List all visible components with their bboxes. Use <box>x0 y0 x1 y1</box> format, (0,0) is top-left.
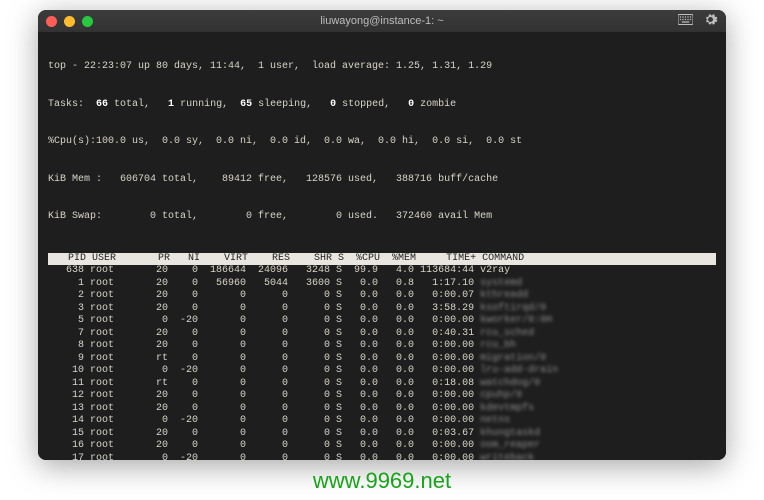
process-command: writeback <box>480 453 534 461</box>
minimize-button[interactable] <box>64 16 75 27</box>
process-command: systemd <box>480 278 522 289</box>
terminal-window: liuwayong@instance-1: ~ top - 22:23:07 u… <box>38 10 726 460</box>
process-row: 7 root 20 0 0 0 0 S 0.0 0.0 0:40.31 rcu_… <box>48 328 716 341</box>
process-command: ksoftirqd/0 <box>480 303 546 314</box>
summary-line-cpu: %Cpu(s):100.0 us, 0.0 sy, 0.0 ni, 0.0 id… <box>48 136 716 149</box>
watermark-text: www.9969.net <box>0 468 764 494</box>
window-title: liuwayong@instance-1: ~ <box>38 15 726 27</box>
keyboard-icon[interactable] <box>678 12 693 31</box>
process-command: kdevtmpfs <box>480 403 534 414</box>
process-row: 5 root 0 -20 0 0 0 S 0.0 0.0 0:00.00 kwo… <box>48 315 716 328</box>
process-row: 14 root 0 -20 0 0 0 S 0.0 0.0 0:00.00 ne… <box>48 415 716 428</box>
process-list: 638 root 20 0 186644 24096 3248 S 99.9 4… <box>48 265 716 460</box>
process-command: rcu_bh <box>480 340 516 351</box>
terminal-body[interactable]: top - 22:23:07 up 80 days, 11:44, 1 user… <box>38 32 726 460</box>
process-command: lru-add-drain <box>480 365 558 376</box>
process-row: 638 root 20 0 186644 24096 3248 S 99.9 4… <box>48 265 716 278</box>
zoom-button[interactable] <box>82 16 93 27</box>
process-row: 10 root 0 -20 0 0 0 S 0.0 0.0 0:00.00 lr… <box>48 365 716 378</box>
process-command: v2ray <box>480 265 510 276</box>
process-row: 15 root 20 0 0 0 0 S 0.0 0.0 0:03.67 khu… <box>48 428 716 441</box>
process-command: oom_reaper <box>480 440 540 451</box>
process-row: 13 root 20 0 0 0 0 S 0.0 0.0 0:00.00 kde… <box>48 403 716 416</box>
process-row: 2 root 20 0 0 0 0 S 0.0 0.0 0:00.07 kthr… <box>48 290 716 303</box>
process-header-row: PID USER PR NI VIRT RES SHR S %CPU %MEM … <box>48 253 716 266</box>
titlebar: liuwayong@instance-1: ~ <box>38 10 726 32</box>
process-command: watchdog/0 <box>480 378 540 389</box>
window-controls <box>46 16 93 27</box>
process-row: 17 root 0 -20 0 0 0 S 0.0 0.0 0:00.00 wr… <box>48 453 716 461</box>
summary-line-tasks: Tasks: 66 total, 1 running, 65 sleeping,… <box>48 99 716 112</box>
process-command: cpuhp/0 <box>480 390 522 401</box>
process-command: kthreadd <box>480 290 528 301</box>
process-command: khungtaskd <box>480 428 540 439</box>
process-command: rcu_sched <box>480 328 534 339</box>
process-row: 9 root rt 0 0 0 0 S 0.0 0.0 0:00.00 migr… <box>48 353 716 366</box>
process-row: 11 root rt 0 0 0 0 S 0.0 0.0 0:18.08 wat… <box>48 378 716 391</box>
summary-line-mem: KiB Mem : 606704 total, 89412 free, 1285… <box>48 174 716 187</box>
process-row: 8 root 20 0 0 0 0 S 0.0 0.0 0:00.00 rcu_… <box>48 340 716 353</box>
summary-line-uptime: top - 22:23:07 up 80 days, 11:44, 1 user… <box>48 61 716 74</box>
top-summary: top - 22:23:07 up 80 days, 11:44, 1 user… <box>48 36 716 249</box>
gear-icon[interactable] <box>703 12 718 31</box>
process-row: 12 root 20 0 0 0 0 S 0.0 0.0 0:00.00 cpu… <box>48 390 716 403</box>
close-button[interactable] <box>46 16 57 27</box>
process-row: 3 root 20 0 0 0 0 S 0.0 0.0 3:58.29 ksof… <box>48 303 716 316</box>
process-row: 1 root 20 0 56960 5044 3600 S 0.0 0.8 1:… <box>48 278 716 291</box>
process-command: kworker/0:0H <box>480 315 552 326</box>
summary-line-swap: KiB Swap: 0 total, 0 free, 0 used. 37246… <box>48 211 716 224</box>
process-command: migration/0 <box>480 353 546 364</box>
process-row: 16 root 20 0 0 0 0 S 0.0 0.0 0:00.00 oom… <box>48 440 716 453</box>
process-command: netns <box>480 415 510 426</box>
